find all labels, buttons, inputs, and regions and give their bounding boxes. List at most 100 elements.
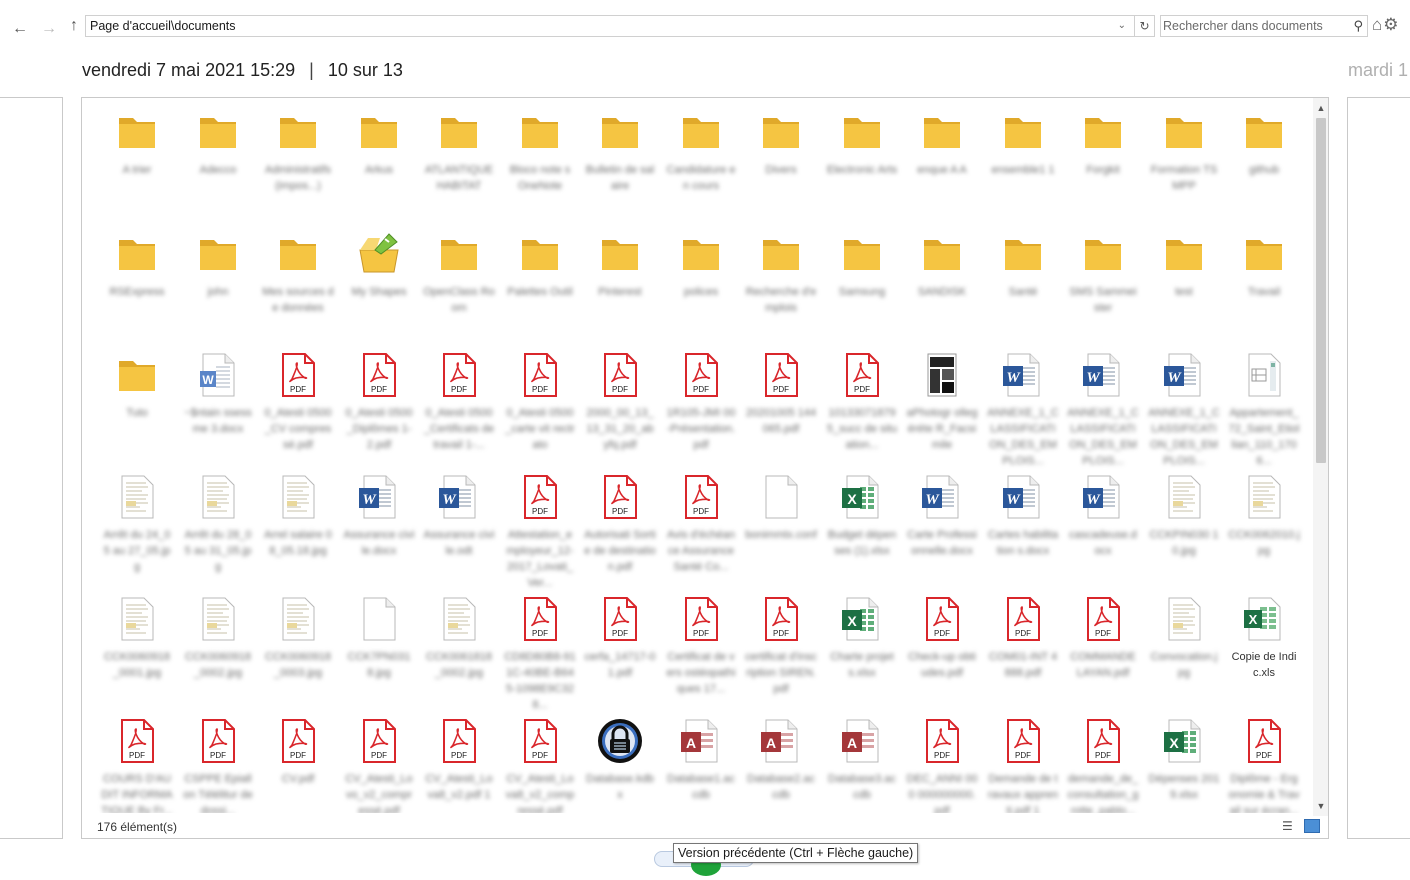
file-item[interactable]: PDF 0_Atesti 0500_carte vit rectrato	[500, 351, 580, 469]
file-item[interactable]: CCK0060918_0003.jpg	[258, 595, 338, 713]
home-icon[interactable]: ⌂	[1372, 15, 1383, 34]
folder-item[interactable]: Adecco	[178, 108, 258, 226]
file-item[interactable]: PDF demande_de_consultation_grotte_pablo.…	[1063, 717, 1143, 813]
file-item[interactable]: PDF COURS D'AUDIT INFORMATIQUE By Fr...	[97, 717, 177, 813]
file-item[interactable]: Appartement_72_Saint_Etiollian_110_1706.…	[1224, 351, 1304, 469]
file-item[interactable]: bonimmtx.conf	[741, 473, 821, 591]
folder-item[interactable]: Bloco note s OneNote	[500, 108, 580, 226]
file-item[interactable]: My Shapes	[339, 230, 419, 348]
folder-item[interactable]: OpenClass Room	[419, 230, 499, 348]
file-item[interactable]: X Dépenses 2019.xlsx	[1144, 717, 1224, 813]
folder-item[interactable]: A trier	[97, 108, 177, 226]
gear-icon[interactable]: ⚙	[1383, 15, 1399, 34]
folder-item[interactable]: RSExpress	[97, 230, 177, 348]
file-item[interactable]: W ANNEXE_1_CLASSIFICATION_DES_EMPLOIS...	[1063, 351, 1143, 469]
file-item[interactable]: X Charte projets.xlsx	[822, 595, 902, 713]
search-box[interactable]: ⚲	[1160, 15, 1368, 37]
file-item[interactable]: PDF COMMANDE LAYAN.pdf	[1063, 595, 1143, 713]
details-view-icon[interactable]: ☰	[1282, 819, 1293, 833]
large-icons-view-icon[interactable]	[1304, 819, 1320, 833]
file-item[interactable]: CCK0060918_0002.jpg	[178, 595, 258, 713]
scroll-down-icon[interactable]: ▼	[1313, 798, 1328, 814]
file-item[interactable]: PDF Diplôme - Ergonomie & Travail sur écr…	[1224, 717, 1304, 813]
file-item[interactable]: W ANNEXE_1_CLASSIFICATION_DES_EMPLOIS...	[1144, 351, 1224, 469]
file-item[interactable]: Database.kdbx	[580, 717, 660, 813]
file-item[interactable]: PDF DEC_ANNI 000 000000000.pdf	[902, 717, 982, 813]
folder-item[interactable]: john	[178, 230, 258, 348]
file-item[interactable]: PDF CV_Atesti_Lova8_v2.pdf 1	[419, 717, 499, 813]
file-item[interactable]: aPhotogr ollegéréte R_Facsimile	[902, 351, 982, 469]
file-item[interactable]: PDF 0_Atesti 0500_Certificats de travail …	[419, 351, 499, 469]
folder-item[interactable]: Arkus	[339, 108, 419, 226]
folder-item[interactable]: Formation TSMPP	[1144, 108, 1224, 226]
file-item[interactable]: X Copie de Indic.xls	[1224, 595, 1304, 713]
folder-item[interactable]: Santé	[983, 230, 1063, 348]
address-bar[interactable]: Page d'accueil\documents ⌄	[85, 15, 1135, 37]
folder-item[interactable]: Travail	[1224, 230, 1304, 348]
file-item[interactable]: CCK0060918_0001.jpg	[97, 595, 177, 713]
folder-item[interactable]: Forgkit	[1063, 108, 1143, 226]
file-item[interactable]: PDF Check-up obtiudes.pdf	[902, 595, 982, 713]
file-item[interactable]: PDF Avis d'échéance Assurance Santé Co...	[661, 473, 741, 591]
folder-item[interactable]: Palettes Outil	[500, 230, 580, 348]
vertical-scrollbar[interactable]: ▲ ▼	[1313, 98, 1328, 816]
file-item[interactable]: W Assurance civile.odt	[419, 473, 499, 591]
folder-item[interactable]: Pinterest	[580, 230, 660, 348]
file-item[interactable]: Wcascadeuse.docx	[1063, 473, 1143, 591]
search-input[interactable]	[1161, 16, 1343, 35]
folder-item[interactable]: test	[1144, 230, 1224, 348]
file-item[interactable]: PDF 0_Atesti 0500_Diplômes 1-2.pdf	[339, 351, 419, 469]
scroll-up-icon[interactable]: ▲	[1313, 100, 1328, 116]
folder-item[interactable]: polices	[661, 230, 741, 348]
folder-item[interactable]: ensemble1 1	[983, 108, 1063, 226]
folder-item[interactable]: enque A A	[902, 108, 982, 226]
folder-item[interactable]: Recherche d'emplois	[741, 230, 821, 348]
file-item[interactable]: PDF 1R105-JMI 00-Présentation.pdf	[661, 351, 741, 469]
file-item[interactable]: PDF CV_Atesti_Lova8_v2_compressé.pdf	[500, 717, 580, 813]
file-item[interactable]: PDF COM01-INT 4888.pdf	[983, 595, 1063, 713]
file-item[interactable]: PDF CSPPE Epiallon Télélitur de dossi...	[178, 717, 258, 813]
file-item[interactable]: PDF Certificat de vers ostéopathiques 17.…	[661, 595, 741, 713]
folder-item[interactable]: github	[1224, 108, 1304, 226]
folder-item[interactable]: Bulletin de salaire	[580, 108, 660, 226]
previous-version-pane[interactable]	[0, 97, 63, 839]
folder-item[interactable]: Divers	[741, 108, 821, 226]
folder-item[interactable]: SMS Sammeister	[1063, 230, 1143, 348]
file-item[interactable]: X Budget dépenses (1).xlsx	[822, 473, 902, 591]
file-item[interactable]: W Carte Professionnelle.docx	[902, 473, 982, 591]
file-item[interactable]: Convocation.jpg	[1144, 595, 1224, 713]
folder-item[interactable]: Mes sources de données	[258, 230, 338, 348]
up-button[interactable]: ↑	[63, 15, 85, 37]
file-item[interactable]: W Assurance civile.docx	[339, 473, 419, 591]
folder-item[interactable]: Samsung	[822, 230, 902, 348]
file-item[interactable]: PDF CV_Atesti_Lovo_v2_compressé.pdf	[339, 717, 419, 813]
file-item[interactable]: PDF Autorisati Sortie de destination.pdf	[580, 473, 660, 591]
file-item[interactable]: A Database3.accdb	[822, 717, 902, 813]
chevron-down-icon[interactable]: ⌄	[1118, 16, 1126, 36]
file-item[interactable]: PDF CV.pdf	[258, 717, 338, 813]
file-item[interactable]: A Database2.accdb	[741, 717, 821, 813]
file-item[interactable]: PDF 20201005 144065.pdf	[741, 351, 821, 469]
file-item[interactable]: CCK0061818_0002.jpg	[419, 595, 499, 713]
file-item[interactable]: W Cartes habilitation s.docx	[983, 473, 1063, 591]
file-item[interactable]: Arrel salaire 08_05.18.jpg	[258, 473, 338, 591]
file-item[interactable]: PDF 2000_00_13_13_31_20_abyfq.pdf	[580, 351, 660, 469]
back-button[interactable]: ←	[9, 18, 31, 40]
folder-item[interactable]: SANDISK	[902, 230, 982, 348]
file-item[interactable]: CCK0062010.jpg	[1224, 473, 1304, 591]
file-item[interactable]: PDF 0_Atesti 0500_CV compressé.pdf	[258, 351, 338, 469]
refresh-button[interactable]: ↻	[1135, 15, 1155, 37]
folder-item[interactable]: ATLANTIQUE HABITAT	[419, 108, 499, 226]
folder-item[interactable]: Tuto	[97, 351, 177, 469]
file-item[interactable]: Arrêt du 24_05 au 27_05.jpg	[97, 473, 177, 591]
file-item[interactable]: PDF certificat d'inscription SIREN.pdf	[741, 595, 821, 713]
file-item[interactable]: PDF Attestation_employeur_12-2017_Lovati_…	[500, 473, 580, 591]
search-icon[interactable]: ⚲	[1353, 16, 1363, 36]
file-item[interactable]: A Database1.accdb	[661, 717, 741, 813]
file-item[interactable]: CCK7PN0318.jpg	[339, 595, 419, 713]
file-item[interactable]: PDF Demande de travaux apprenti.pdf 1	[983, 717, 1063, 813]
next-version-date[interactable]: mardi 1	[1348, 60, 1408, 81]
file-item[interactable]: PDF cerfa_14717-01.pdf	[580, 595, 660, 713]
file-item[interactable]: W ANNEXE_1_CLASSIFICATION_DES_EMPLOIS...	[983, 351, 1063, 469]
folder-item[interactable]: Candidature en cours	[661, 108, 741, 226]
